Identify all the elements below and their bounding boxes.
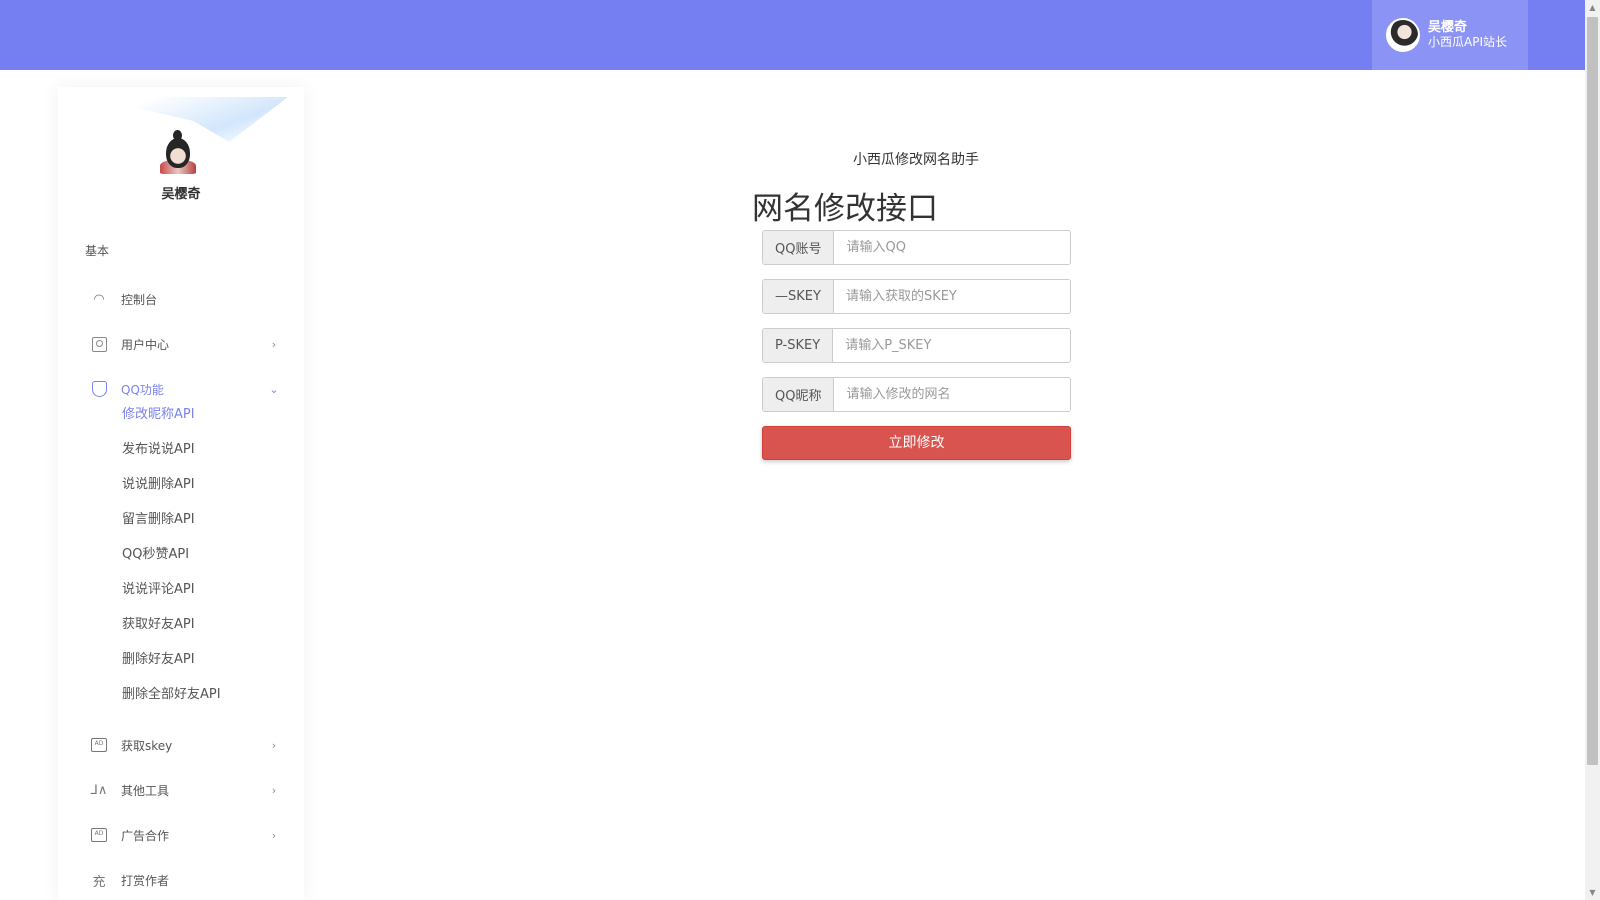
- sidebar-item-label: QQ功能: [121, 382, 164, 397]
- shield-icon: [87, 379, 111, 399]
- p-skey-label: P-SKEY: [763, 329, 834, 362]
- sidebar-item-tip-author[interactable]: 充 打赏作者: [85, 865, 280, 895]
- qq-nickname-group: QQ昵称: [762, 377, 1071, 412]
- p-skey-group: P-SKEY: [762, 328, 1071, 363]
- submenu-item-delete-friend[interactable]: 删除好友API: [122, 650, 195, 670]
- page-title: 网名修改接口: [752, 191, 938, 227]
- submenu-item-get-friends[interactable]: 获取好友API: [122, 615, 195, 635]
- qq-nickname-label: QQ昵称: [763, 378, 835, 411]
- skey-input[interactable]: [833, 280, 1070, 313]
- scroll-up-icon[interactable]: ▲: [1585, 0, 1600, 15]
- user-menu[interactable]: 吴樱奇 小西瓜API站长: [1372, 0, 1528, 70]
- chevron-right-icon: ›: [271, 828, 277, 842]
- submenu-item-post-comment[interactable]: 说说评论API: [122, 580, 195, 600]
- sidebar-item-label: 其他工具: [121, 783, 170, 798]
- qq-account-label: QQ账号: [763, 231, 835, 264]
- sidebar-item-dashboard[interactable]: ◠ 控制台: [85, 284, 280, 314]
- header-user-role: 小西瓜API站长: [1428, 35, 1507, 49]
- chevron-down-icon: ⌄: [269, 382, 279, 396]
- user-icon: [87, 334, 111, 354]
- qq-account-group: QQ账号: [762, 230, 1071, 265]
- scrollbar[interactable]: ▲ ▼: [1585, 0, 1600, 900]
- chart-icon: ⅃∧: [90, 782, 108, 798]
- sidebar: 吴樱奇 基本 ◠ 控制台 用户中心 › QQ功能 ⌄ 修改昵称API 发布说说A…: [58, 87, 304, 900]
- skey-group: —SKEY: [762, 279, 1071, 314]
- avatar: [1386, 18, 1420, 52]
- section-label: 基本: [85, 244, 110, 258]
- submenu-item-publish-post[interactable]: 发布说说API: [122, 440, 195, 460]
- submenu-item-delete-all-friends[interactable]: 删除全部好友API: [122, 685, 221, 705]
- submenu-item-delete-message[interactable]: 留言删除API: [122, 510, 195, 530]
- submenu-item-modify-nickname[interactable]: 修改昵称API: [122, 405, 195, 425]
- scroll-down-icon[interactable]: ▼: [1585, 885, 1600, 900]
- p-skey-input[interactable]: [833, 329, 1070, 362]
- dashboard-icon: ◠: [93, 291, 105, 307]
- sidebar-item-other-tools[interactable]: ⅃∧ 其他工具 ›: [85, 775, 280, 805]
- sidebar-item-user-center[interactable]: 用户中心 ›: [85, 329, 280, 359]
- page-subtitle: 小西瓜修改网名助手: [853, 152, 979, 168]
- chevron-right-icon: ›: [271, 337, 277, 351]
- submenu-item-delete-post[interactable]: 说说删除API: [122, 475, 195, 495]
- chevron-right-icon: ›: [271, 783, 277, 797]
- sidebar-item-label: 控制台: [121, 292, 158, 307]
- sidebar-item-ad-cooperation[interactable]: AD 广告合作 ›: [85, 820, 280, 850]
- top-bar: 吴樱奇 小西瓜API站长: [0, 0, 1585, 70]
- profile-avatar: [158, 130, 198, 174]
- sidebar-item-get-skey[interactable]: AD 获取skey ›: [85, 730, 280, 760]
- skey-label: —SKEY: [763, 280, 834, 313]
- sidebar-item-label: 打赏作者: [121, 873, 170, 888]
- charge-icon: 充: [92, 874, 106, 890]
- scrollbar-thumb[interactable]: [1587, 17, 1598, 765]
- ad-box-icon: AD: [87, 735, 111, 755]
- profile-name: 吴樱奇: [161, 187, 201, 202]
- submit-button[interactable]: 立即修改: [762, 426, 1071, 460]
- submenu-item-instant-like[interactable]: QQ秒赞API: [122, 545, 189, 565]
- sidebar-item-label: 获取skey: [121, 738, 173, 753]
- header-user-name: 吴樱奇: [1428, 20, 1468, 35]
- qq-nickname-input[interactable]: [834, 378, 1070, 411]
- sidebar-item-qq-functions[interactable]: QQ功能 ⌄: [85, 374, 280, 404]
- chevron-right-icon: ›: [271, 738, 277, 752]
- sidebar-item-label: 广告合作: [121, 828, 170, 843]
- ad-box-icon: AD: [87, 825, 111, 845]
- sidebar-item-label: 用户中心: [121, 337, 170, 352]
- qq-account-input[interactable]: [834, 231, 1070, 264]
